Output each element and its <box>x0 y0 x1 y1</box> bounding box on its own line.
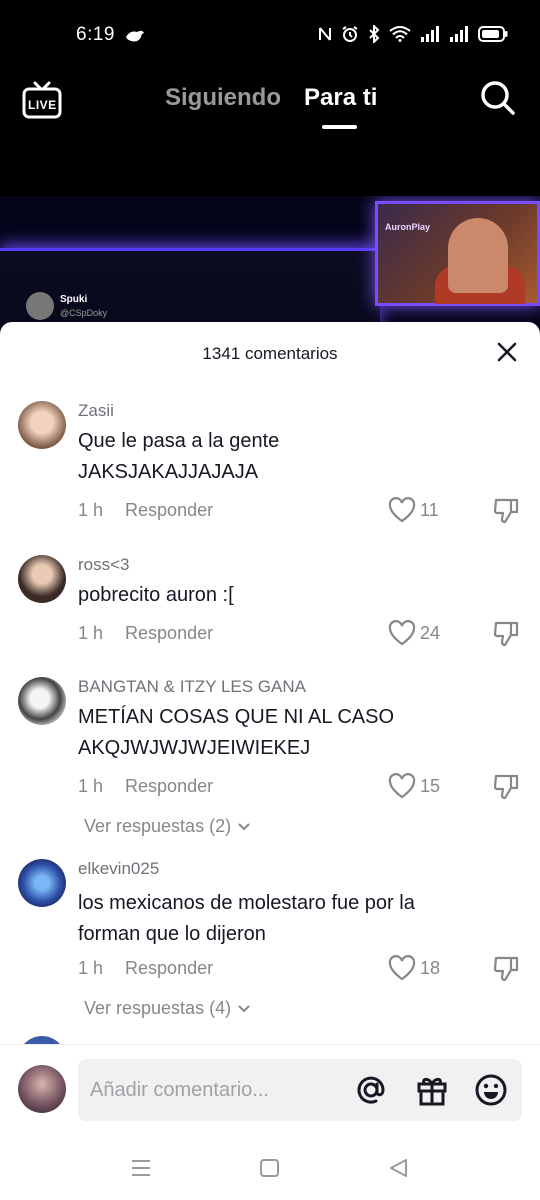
like-count: 18 <box>420 957 441 978</box>
comment-time: 1 h <box>78 776 104 796</box>
chevron-down-icon <box>238 1004 250 1012</box>
comment-text: METÍAN COSAS QUE NI AL CASO AKQJWJWJWJEI… <box>78 706 394 759</box>
emoji-icon[interactable] <box>474 1073 508 1107</box>
comments-count-title: 1341 comentarios <box>202 344 338 363</box>
reply-button[interactable]: Responder <box>125 623 213 644</box>
avatar[interactable] <box>18 1036 66 1044</box>
comment-text: pobrecito auron :[ <box>78 584 234 606</box>
comment-item: BANGTAN & ITZY LES GANA METÍAN COSAS QUE… <box>0 676 540 846</box>
view-replies-button[interactable]: Ver respuestas (2) <box>84 816 251 837</box>
active-tab-indicator <box>322 125 357 129</box>
comment-time: 1 h <box>78 958 104 978</box>
close-icon[interactable] <box>496 341 518 363</box>
view-replies-label: Ver respuestas (2) <box>84 816 232 836</box>
like-button[interactable]: 11 <box>388 497 439 523</box>
like-count: 11 <box>420 499 439 520</box>
notification-app-icon <box>126 30 144 42</box>
status-icons <box>318 25 508 43</box>
video-preview[interactable]: Spuki @CSpDoky AuronPlay <box>0 196 540 336</box>
comment-item: elkevin025 los mexicanos de molestaro fu… <box>0 858 540 1028</box>
heart-icon <box>388 955 416 981</box>
bluetooth-icon <box>369 25 380 43</box>
signal-icon <box>421 26 439 42</box>
like-button[interactable]: 24 <box>388 620 440 646</box>
signal-icon-2 <box>450 26 468 42</box>
video-cam-label: AuronPlay <box>385 222 431 232</box>
tab-following[interactable]: Siguiendo <box>165 84 281 112</box>
video-tweet-name: Spuki <box>60 294 88 305</box>
live-label: LIVE <box>28 98 57 112</box>
dislike-icon[interactable] <box>492 955 520 983</box>
heart-icon <box>388 497 416 523</box>
home-icon[interactable] <box>259 1158 281 1178</box>
live-button[interactable]: LIVE <box>22 80 62 120</box>
comment-meta: 1 h Responder <box>78 623 213 644</box>
system-nav-bar <box>0 1126 540 1200</box>
alarm-icon <box>342 26 358 42</box>
like-button[interactable]: 15 <box>388 773 440 799</box>
comment-meta: 1 h Responder <box>78 958 213 979</box>
comment-meta: 1 h Responder <box>78 500 213 521</box>
battery-icon <box>478 26 508 42</box>
heart-icon <box>388 773 416 799</box>
comment-item: Zasii Que le pasa a la gente JAKSJAKAJJA… <box>0 400 540 530</box>
comment-username[interactable]: Zasii <box>78 401 114 421</box>
comment-input[interactable]: Añadir comentario... <box>78 1059 522 1121</box>
like-count: 24 <box>420 622 441 643</box>
search-icon <box>481 81 515 115</box>
dislike-icon[interactable] <box>492 773 520 801</box>
wifi-icon <box>389 26 411 42</box>
view-replies-button[interactable]: Ver respuestas (4) <box>84 998 251 1019</box>
comments-sheet: 1341 comentarios Zasii Que le pasa a la … <box>0 322 540 1200</box>
current-user-avatar[interactable] <box>18 1065 66 1113</box>
comments-header: 1341 comentarios <box>0 322 540 384</box>
comment-text: Que le pasa a la gente JAKSJAKAJJAJAJA <box>78 430 280 483</box>
avatar[interactable] <box>18 555 66 603</box>
reply-button[interactable]: Responder <box>125 776 213 797</box>
comment-item: ross<3 pobrecito auron :[ 1 h Responder … <box>0 554 540 654</box>
video-webcam-person <box>448 218 508 293</box>
mention-icon[interactable] <box>354 1073 388 1107</box>
comment-input-placeholder: Añadir comentario... <box>90 1079 269 1101</box>
gift-icon[interactable] <box>415 1073 449 1107</box>
tab-for-you[interactable]: Para ti <box>304 84 377 112</box>
reply-button[interactable]: Responder <box>125 958 213 979</box>
video-tweet-handle: @CSpDoky <box>60 308 108 318</box>
comment-username[interactable]: BANGTAN & ITZY LES GANA <box>78 677 306 697</box>
comment-username[interactable]: ross<3 <box>78 555 130 575</box>
reply-button[interactable]: Responder <box>125 500 213 521</box>
menu-icon[interactable] <box>130 1158 152 1178</box>
nfc-icon <box>319 27 331 41</box>
comment-username[interactable]: elkevin025 <box>78 859 159 879</box>
comment-time: 1 h <box>78 623 104 643</box>
back-icon[interactable] <box>388 1158 410 1178</box>
view-replies-label: Ver respuestas (4) <box>84 998 232 1018</box>
comment-meta: 1 h Responder <box>78 776 213 797</box>
comment-time: 1 h <box>78 500 104 520</box>
avatar[interactable] <box>18 677 66 725</box>
like-button[interactable]: 18 <box>388 955 440 981</box>
comments-list: Zasii Que le pasa a la gente JAKSJAKAJJA… <box>0 384 540 1044</box>
avatar[interactable] <box>18 859 66 907</box>
top-nav: LIVE Siguiendo Para ti <box>0 70 540 140</box>
status-time: 6:19 <box>76 24 115 45</box>
video-tweet-avatar <box>26 292 54 320</box>
like-count: 15 <box>420 775 441 796</box>
comment-input-bar: Añadir comentario... <box>0 1044 540 1126</box>
comment-text: los mexicanos de molestaro fue por la fo… <box>78 892 415 945</box>
status-bar: 6:19 <box>0 0 540 70</box>
dislike-icon[interactable] <box>492 620 520 648</box>
avatar[interactable] <box>18 401 66 449</box>
dislike-icon[interactable] <box>492 497 520 525</box>
heart-icon <box>388 620 416 646</box>
chevron-down-icon <box>238 822 250 830</box>
search-button[interactable] <box>480 80 516 116</box>
